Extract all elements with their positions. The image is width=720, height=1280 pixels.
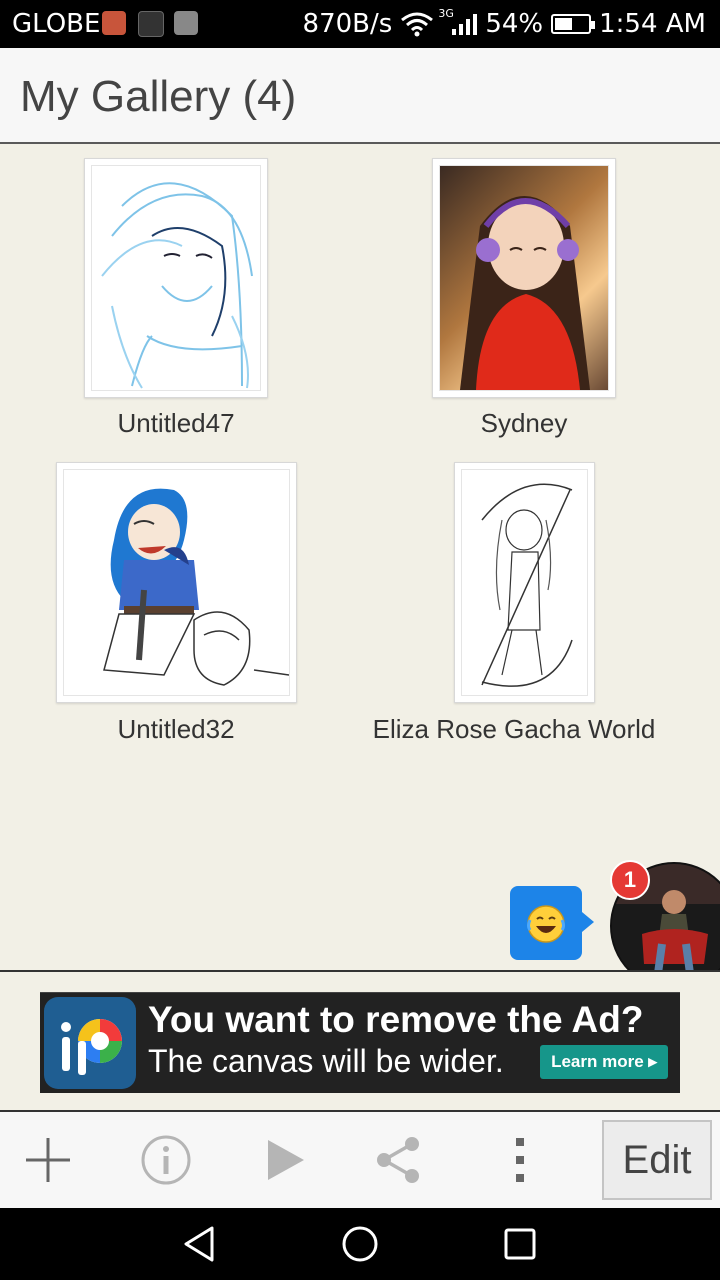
app-header: My Gallery (4) — [0, 48, 720, 144]
back-icon[interactable] — [178, 1222, 222, 1266]
artwork-image — [63, 469, 290, 696]
more-options-button[interactable] — [492, 1132, 548, 1188]
network-speed: 870B/s — [302, 9, 393, 39]
carrier-label: GLOBE — [12, 9, 101, 39]
share-button[interactable] — [370, 1132, 426, 1188]
ad-banner[interactable]: You want to remove the Ad? The canvas wi… — [40, 992, 680, 1093]
artwork-title: Sydney — [480, 408, 568, 438]
bottom-toolbar: Edit — [0, 1112, 720, 1208]
mail-notification-icon — [102, 11, 126, 35]
image-notification-icon — [174, 11, 198, 35]
info-icon — [141, 1135, 191, 1185]
battery-percent: 54% — [485, 9, 544, 39]
notification-badge: 1 — [610, 860, 650, 900]
laughing-emoji-icon — [527, 905, 565, 943]
add-icon — [26, 1138, 70, 1182]
emoji-chat-button[interactable] — [510, 886, 594, 960]
ad-headline: You want to remove the Ad? — [148, 999, 644, 1040]
gallery-grid: Untitled47 Sydney Untitled32 Eliza Rose … — [0, 144, 720, 970]
ad-subtext: The canvas will be wider. — [148, 1043, 504, 1079]
artwork-title: Eliza Rose Gacha World — [372, 714, 656, 744]
play-button[interactable] — [256, 1132, 312, 1188]
app-notification-icon — [138, 11, 164, 37]
edit-button[interactable]: Edit — [602, 1120, 712, 1200]
gallery-thumbnail-untitled32[interactable] — [56, 462, 297, 703]
navigation-bar — [0, 1208, 720, 1280]
artwork-image — [461, 469, 588, 696]
status-bar: GLOBE 870B/s 3G 54% 1:54 AM — [0, 0, 720, 48]
learn-more-button[interactable]: Learn more ▸ — [540, 1045, 668, 1079]
gallery-thumbnail-untitled47[interactable] — [84, 158, 268, 398]
play-icon — [268, 1140, 304, 1180]
gallery-thumbnail-eliza-rose-gacha-world[interactable] — [454, 462, 595, 703]
more-icon — [516, 1138, 524, 1182]
battery-icon — [551, 14, 596, 34]
home-icon[interactable] — [338, 1222, 382, 1266]
artwork-image — [91, 165, 261, 391]
page-title: My Gallery (4) — [20, 72, 297, 121]
network-type: 3G — [438, 7, 454, 20]
ad-container: You want to remove the Ad? The canvas wi… — [0, 972, 720, 1110]
clock: 1:54 AM — [599, 9, 706, 39]
share-icon — [377, 1137, 419, 1183]
recent-apps-icon[interactable] — [498, 1222, 542, 1266]
artwork-title: Untitled47 — [117, 408, 235, 438]
artwork-image — [439, 165, 609, 391]
add-button[interactable] — [20, 1132, 76, 1188]
info-button[interactable] — [138, 1132, 194, 1188]
artwork-title: Untitled32 — [117, 714, 235, 744]
wifi-icon — [401, 12, 434, 37]
ibispaint-logo-icon — [44, 997, 136, 1089]
signal-indicator: 3G — [438, 7, 478, 35]
gallery-thumbnail-sydney[interactable] — [432, 158, 616, 398]
